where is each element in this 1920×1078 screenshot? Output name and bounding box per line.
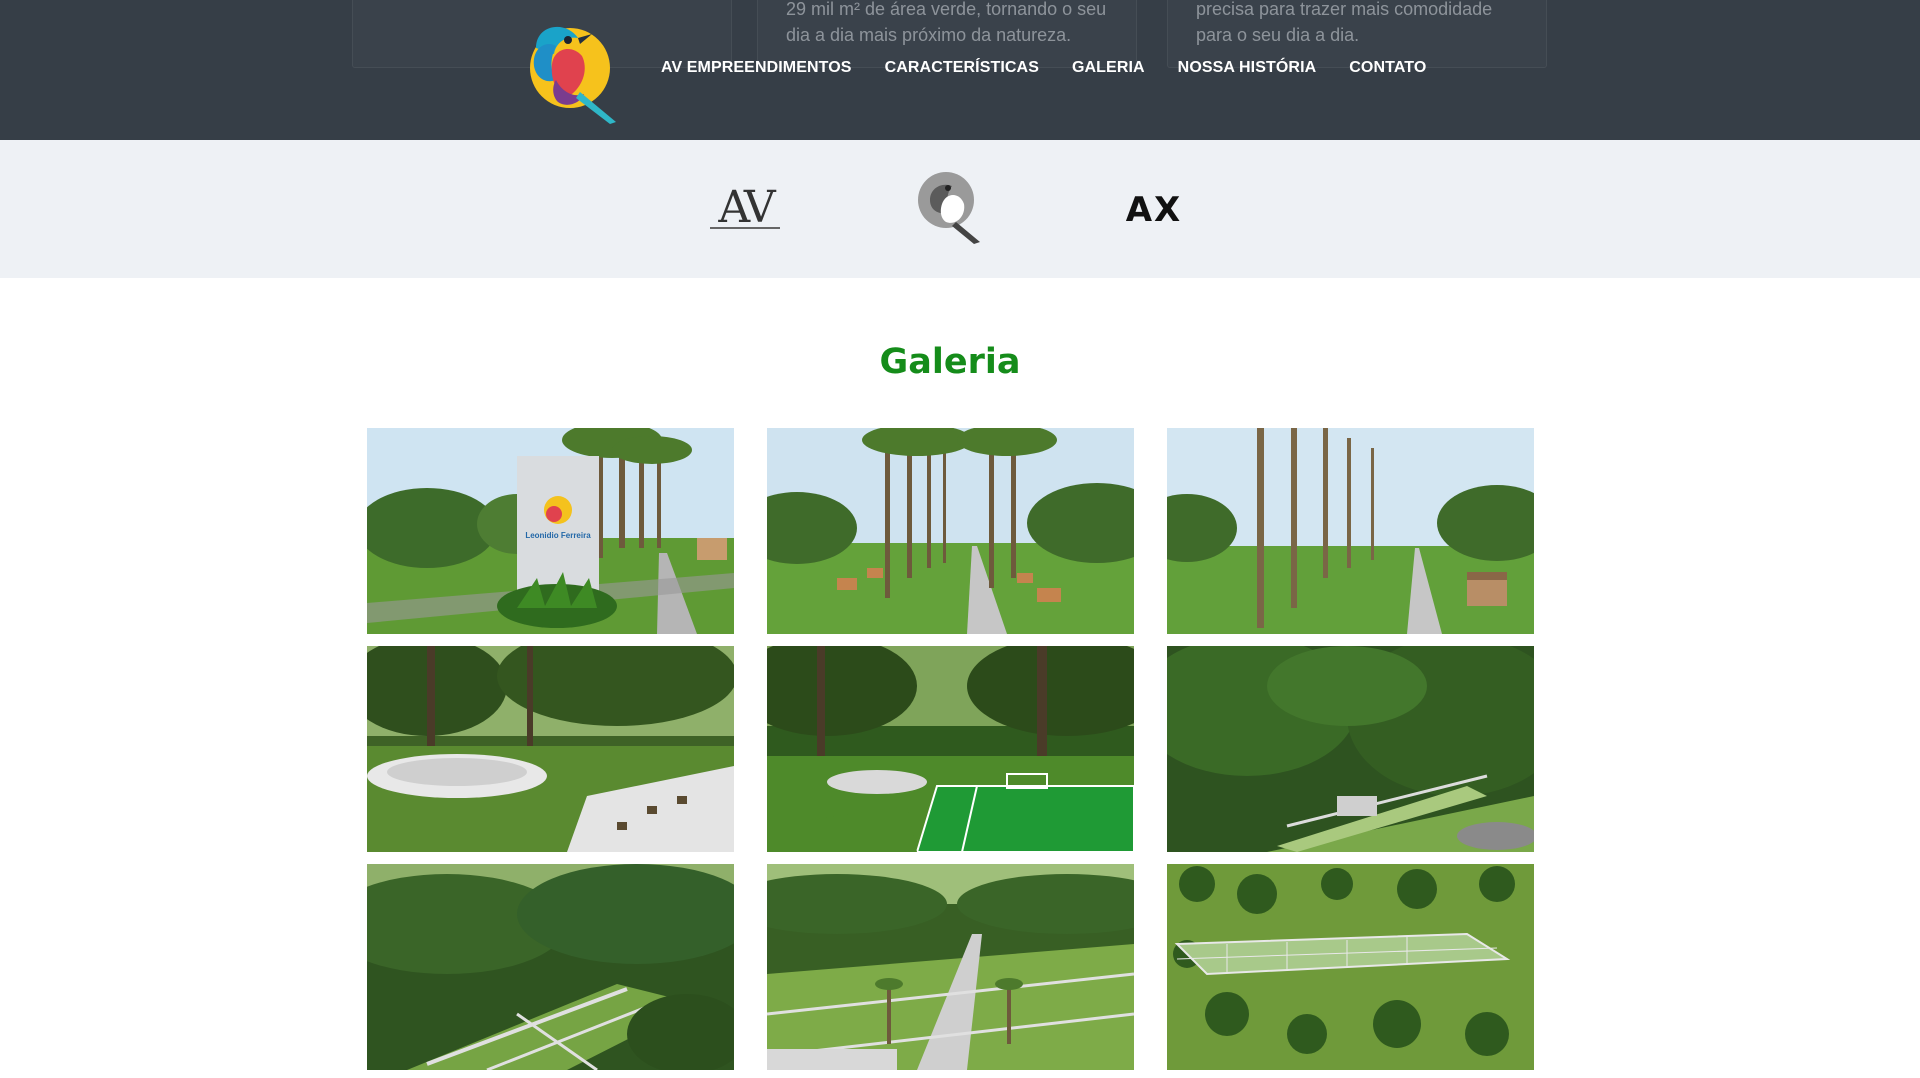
gallery-title: Galeria	[879, 342, 1021, 382]
gallery-image-palm-avenue-close[interactable]	[1167, 428, 1534, 634]
nav-nossa-historia[interactable]: NOSSA HISTÓRIA	[1178, 59, 1317, 77]
ax-logo[interactable]: AX	[1116, 190, 1192, 230]
faded-feature-text: 29 mil m² de área verde, tornando o seu …	[786, 0, 1107, 45]
nav-av-empreendimentos[interactable]: AV EMPREENDIMENTOS	[661, 59, 852, 77]
nav-galeria[interactable]: GALERIA	[1072, 59, 1145, 77]
site-header: 29 mil m² de área verde, tornando o seu …	[0, 0, 1920, 140]
bird-grey-logo[interactable]	[916, 170, 982, 244]
svg-text:AV: AV	[717, 182, 777, 233]
faded-feature-card: precisa para trazer mais comodidade para…	[1167, 0, 1547, 68]
faded-feature-text: precisa para trazer mais comodidade para…	[1196, 0, 1493, 45]
main-nav: AV EMPREENDIMENTOS CARACTERÍSTICAS GALER…	[661, 59, 1426, 77]
partners-band: AV AX	[0, 140, 1920, 278]
gallery-image-plaza[interactable]	[367, 646, 734, 852]
gallery-image-top-view[interactable]	[1167, 864, 1534, 1070]
gallery-image-aerial-lots[interactable]	[367, 864, 734, 1070]
bird-logo-icon[interactable]	[526, 18, 618, 124]
gallery-image-entrance[interactable]: Leonidio Ferreira	[367, 428, 734, 634]
nav-caracteristicas[interactable]: CARACTERÍSTICAS	[885, 59, 1039, 77]
gallery-image-soccer-field[interactable]	[767, 646, 1134, 852]
gallery-image-aerial-avenue[interactable]	[767, 864, 1134, 1070]
av-logo[interactable]: AV	[706, 182, 784, 234]
gallery-image-aerial-park[interactable]	[1167, 646, 1534, 852]
faded-feature-card: 29 mil m² de área verde, tornando o seu …	[757, 0, 1137, 68]
svg-text:AX: AX	[1126, 192, 1183, 224]
gallery-image-palm-avenue[interactable]	[767, 428, 1134, 634]
svg-text:Leonidio Ferreira: Leonidio Ferreira	[525, 531, 591, 540]
nav-contato[interactable]: CONTATO	[1349, 59, 1426, 77]
